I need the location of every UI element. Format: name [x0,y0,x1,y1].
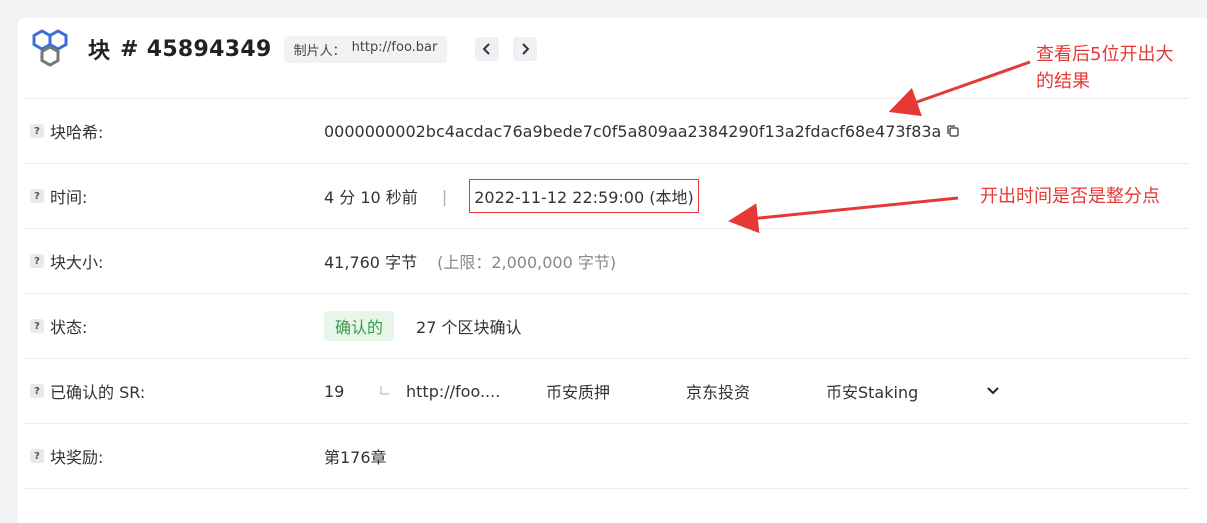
reward-value: 第176章 [324,448,387,467]
chevron-right-icon [522,43,530,55]
size-value-wrap: 41,760 字节 (上限：2,000,000 字节) [324,249,616,273]
chevron-left-icon [482,43,491,55]
block-logo-icon [32,29,68,67]
annotation-top: 查看后5位开出大 的结果 [1036,44,1174,92]
time-absolute: 2022-11-12 22:59:00 (本地) [469,179,699,213]
row-reward: ? 块奖励: 第176章 [24,423,1189,488]
sr-item[interactable]: http://foo.... [406,382,546,401]
help-icon[interactable]: ? [30,384,44,398]
help-icon[interactable]: ? [30,319,44,333]
next-block-button[interactable] [513,37,538,61]
sr-value-wrap: 19 http://foo.... 币安质押 京东投资 币安Staking [324,379,1024,403]
block-number: # 45894349 [120,36,272,62]
time-relative: 4 分 10 秒前 [324,188,418,207]
help-icon[interactable]: ? [30,254,44,268]
block-title: 块 [88,39,111,64]
row-size: ? 块大小: 41,760 字节 (上限：2,000,000 字节) [24,228,1189,293]
sr-label: 已确认的 SR: [50,383,146,402]
hash-label: 块哈希: [50,123,104,142]
time-label: 时间: [50,188,88,207]
hash-value: 0000000002bc4acdac76a9bede7c0f5a809aa238… [324,121,942,141]
copy-icon[interactable] [945,123,961,139]
status-value-wrap: 确认的 27 个区块确认 [324,311,521,341]
row-label: ? 块奖励: [30,444,103,468]
size-label: 块大小: [50,253,104,272]
help-icon[interactable]: ? [30,189,44,203]
row-label: ? 已确认的 SR: [30,379,145,403]
producer-tag[interactable]: 制片人： http://foo.bar [283,35,448,63]
row-label: ? 块哈希: [30,119,103,143]
size-limit: (上限：2,000,000 字节) [437,253,617,272]
sr-item[interactable]: 币安Staking [826,379,986,403]
sr-count: 19 [324,381,345,401]
status-label: 状态: [50,318,88,337]
block-detail-rows: ? 块哈希: 0000000002bc4acdac76a9bede7c0f5a8… [24,98,1189,490]
row-label: ? 时间: [30,184,87,208]
row-label: ? 状态: [30,314,87,338]
row-hash: ? 块哈希: 0000000002bc4acdac76a9bede7c0f5a8… [24,98,1189,163]
row-status: ? 状态: 确认的 27 个区块确认 [24,293,1189,358]
time-separator: | [441,186,448,206]
prev-block-button[interactable] [475,37,500,61]
row-label: ? 块大小: [30,249,103,273]
size-value: 41,760 字节 [324,253,418,272]
time-value-wrap: 4 分 10 秒前 | 2022-11-12 22:59:00 (本地) [324,179,699,213]
block-header: 块 # 45894349 制片人： http://foo.bar [28,28,551,70]
row-sr: ? 已确认的 SR: 19 http://foo.... 币安质押 京东投资 币… [24,358,1189,423]
annotation-middle: 开出时间是否是整分点 [980,186,1160,207]
tree-branch-icon [380,386,389,395]
row-divider [24,488,1189,490]
hash-value-wrap: 0000000002bc4acdac76a9bede7c0f5a809aa238… [324,122,961,141]
confirmations-count: 27 个区块确认 [416,318,522,337]
help-icon[interactable]: ? [30,124,44,138]
sr-item[interactable]: 币安质押 [546,379,686,403]
reward-value-wrap: 第176章 [324,444,387,468]
help-icon[interactable]: ? [30,449,44,463]
chevron-down-icon[interactable] [986,386,1000,396]
status-badge: 确认的 [324,311,395,341]
sr-item[interactable]: 京东投资 [686,379,826,403]
producer-link[interactable]: http://foo.bar [352,40,438,59]
producer-label: 制片人： [293,43,346,59]
reward-label: 块奖励: [50,448,104,467]
